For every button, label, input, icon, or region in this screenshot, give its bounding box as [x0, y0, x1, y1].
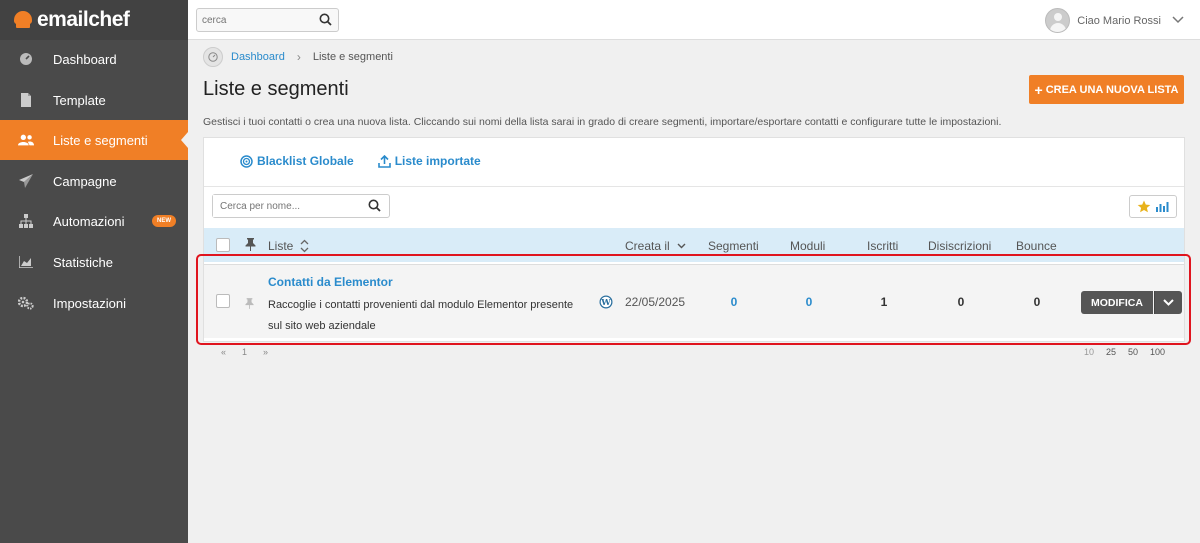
svg-text:W: W	[600, 298, 611, 308]
edit-button-group: MODIFICA	[1081, 291, 1182, 314]
create-list-label: CREA UNA NUOVA LISTA	[1045, 83, 1179, 96]
breadcrumb-dashboard-link[interactable]: Dashboard	[231, 51, 285, 63]
chevron-down-icon	[1172, 15, 1184, 27]
pin-icon	[245, 238, 256, 254]
column-header-iscritti[interactable]: Iscritti	[867, 239, 898, 253]
users-icon	[18, 132, 34, 148]
column-header-moduli[interactable]: Moduli	[790, 239, 825, 253]
sitemap-icon	[18, 213, 34, 229]
created-date: 22/05/2025	[625, 295, 686, 309]
logo[interactable]: emailchef	[0, 0, 188, 40]
page-size-selector: 10 25 50 100	[1084, 347, 1165, 357]
pin-icon[interactable]	[245, 296, 254, 314]
top-search	[196, 8, 339, 32]
wordpress-icon: W	[599, 295, 613, 314]
segments-count[interactable]: 0	[714, 295, 754, 309]
topbar: Ciao Mario Rossi	[188, 0, 1200, 40]
imported-lists-label: Liste importate	[394, 154, 481, 168]
prev-page-button[interactable]: «	[221, 347, 226, 357]
target-icon	[240, 154, 253, 168]
page-description: Gestisci i tuoi contatti o crea una nuov…	[203, 116, 1002, 128]
breadcrumb-current: Liste e segmenti	[312, 51, 393, 63]
breadcrumb: Dashboard › Liste e segmenti	[203, 47, 393, 67]
sidebar-item-campagne[interactable]: Campagne	[0, 162, 188, 200]
list-description: Raccoglie i contatti provenienti dal mod…	[268, 299, 574, 332]
divider	[204, 186, 1184, 187]
avatar	[1045, 8, 1071, 33]
sort-icon	[300, 239, 309, 253]
column-label: Liste	[268, 239, 294, 253]
sidebar-item-template[interactable]: Template	[0, 81, 188, 119]
blacklist-link[interactable]: Blacklist Globale	[240, 154, 354, 168]
column-label: Creata il	[625, 239, 670, 253]
sidebar-item-statistiche[interactable]: Statistiche	[0, 243, 188, 281]
forms-count[interactable]: 0	[789, 295, 829, 309]
search-icon[interactable]	[368, 199, 381, 217]
favorites-stats-button[interactable]	[1129, 195, 1177, 218]
plus-icon: +	[1034, 81, 1043, 98]
list-search-input[interactable]	[213, 195, 353, 217]
sidebar-item-liste-e-segmenti[interactable]: Liste e segmenti	[0, 120, 188, 160]
sidebar-item-impostazioni[interactable]: Impostazioni	[0, 284, 188, 322]
sidebar-item-label: Liste e segmenti	[53, 132, 148, 148]
page-size-option[interactable]: 25	[1106, 347, 1116, 357]
next-page-button[interactable]: »	[263, 347, 268, 357]
brand-name: emailchef	[37, 8, 130, 31]
gauge-icon	[18, 51, 34, 67]
panel-links: Blacklist Globale Liste importate	[240, 154, 505, 168]
lists-panel: Blacklist Globale Liste importate Liste …	[203, 137, 1185, 342]
paper-plane-icon	[18, 173, 34, 189]
page-size-option[interactable]: 50	[1128, 347, 1138, 357]
sidebar-item-dashboard[interactable]: Dashboard	[0, 40, 188, 78]
sidebar-item-label: Statistiche	[53, 254, 113, 270]
breadcrumb-separator-icon: ›	[296, 50, 301, 64]
row-checkbox[interactable]	[216, 294, 230, 308]
sidebar-item-label: Automazioni	[53, 213, 125, 229]
star-icon	[1137, 200, 1151, 213]
area-chart-icon	[18, 254, 34, 270]
dashboard-home-icon[interactable]	[203, 47, 223, 67]
user-menu[interactable]: Ciao Mario Rossi	[1045, 8, 1184, 33]
sort-down-icon	[677, 243, 686, 249]
upload-icon	[377, 154, 391, 168]
column-header-creata-il[interactable]: Creata il	[625, 239, 686, 253]
user-greeting: Ciao Mario Rossi	[1077, 14, 1161, 27]
bounce-count: 0	[1033, 295, 1041, 309]
subscribed-count: 1	[880, 295, 888, 309]
blacklist-label: Blacklist Globale	[257, 154, 354, 168]
search-icon[interactable]	[319, 13, 332, 31]
sidebar: emailchef Dashboard Template Liste e seg…	[0, 0, 188, 543]
chevron-down-icon	[1163, 299, 1174, 306]
sidebar-item-label: Campagne	[53, 173, 117, 189]
column-header-liste[interactable]: Liste	[268, 239, 309, 253]
gears-icon	[18, 295, 34, 311]
sidebar-item-label: Impostazioni	[53, 295, 126, 311]
page-1-button[interactable]: 1	[242, 347, 247, 357]
file-icon	[18, 92, 34, 108]
pagination: « 1 »	[221, 347, 284, 357]
page-title: Liste e segmenti	[203, 78, 349, 100]
search-input[interactable]	[197, 9, 307, 31]
unsubscribed-count: 0	[957, 295, 965, 309]
list-search	[212, 194, 390, 218]
imported-lists-link[interactable]: Liste importate	[377, 154, 481, 168]
page-size-option[interactable]: 100	[1150, 347, 1165, 357]
sidebar-item-automazioni[interactable]: Automazioni NEW	[0, 202, 188, 240]
column-header-bounce[interactable]: Bounce	[1016, 239, 1057, 253]
create-list-button[interactable]: + CREA UNA NUOVA LISTA	[1029, 75, 1184, 104]
edit-dropdown-button[interactable]	[1153, 291, 1182, 314]
list-name-link[interactable]: Contatti da Elementor	[268, 275, 393, 289]
page-size-option[interactable]: 10	[1084, 347, 1094, 357]
column-header-disiscrizioni[interactable]: Disiscrizioni	[928, 239, 991, 253]
table-header: Liste Creata il Segmenti Moduli Iscritti…	[204, 228, 1184, 262]
new-badge: NEW	[152, 215, 176, 227]
edit-button[interactable]: MODIFICA	[1081, 291, 1153, 314]
sidebar-item-label: Dashboard	[53, 51, 117, 67]
select-all-checkbox[interactable]	[216, 238, 230, 252]
bar-chart-icon	[1156, 202, 1169, 212]
chef-hat-icon	[12, 11, 34, 29]
column-header-segmenti[interactable]: Segmenti	[708, 239, 759, 253]
table-row: Contatti da Elementor Raccoglie i contat…	[204, 264, 1184, 338]
sidebar-item-label: Template	[53, 92, 106, 108]
